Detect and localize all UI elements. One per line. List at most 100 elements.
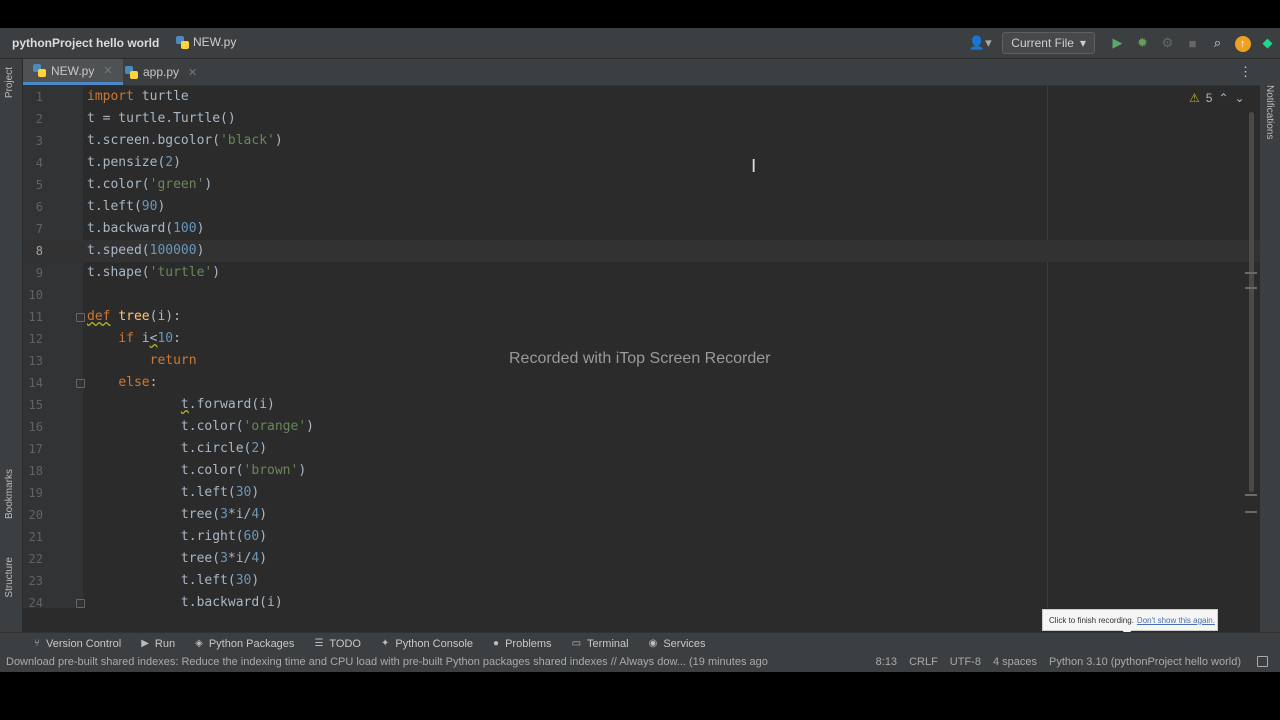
code-text: t.speed(100000) [87,243,205,258]
code-text: t.left(30) [87,485,260,500]
tool-label: Services [663,637,706,650]
code-text: t.shape('turtle') [87,265,221,280]
tab-label: NEW.py [51,63,95,78]
code-line: 18 t.color('brown') [23,460,1260,482]
dont-show-again-link[interactable]: Don't show this again. [1137,616,1215,625]
chevron-up-icon[interactable]: ⌃ [1218,91,1228,105]
code-line: 6 t.left(90) [23,196,1260,218]
code-text: t.circle(2) [87,441,268,456]
line-number: 19 [28,486,43,500]
breadcrumb-file[interactable]: NEW.py [176,35,236,49]
code-text: return [149,353,197,368]
line-number: 20 [28,508,43,522]
tool-terminal[interactable]: ▭ Terminal [572,638,629,650]
code-line: 5 t.color('green') [23,174,1260,196]
fold-icon[interactable] [76,599,85,608]
tool-label: TODO [329,637,361,650]
python-file-icon [33,64,46,77]
code-text: t.right(60) [87,529,268,544]
tab-label: app.py [143,65,180,79]
code-text: tree(3*i/4) [87,551,268,566]
tool-run[interactable]: ▶ Run [141,638,175,650]
status-bar: Download pre-built shared indexes: Reduc… [0,654,1280,672]
recorder-watermark: Recorded with iTop Screen Recorder [509,350,771,367]
code-line: 14 else: [23,372,1260,394]
close-icon[interactable]: ✕ [103,64,112,77]
code-text: tree(3*i/4) [87,507,268,522]
tool-services[interactable]: ◉ Services [649,638,706,650]
code-line: 22 tree(3*i/4) [23,548,1260,570]
line-number: 9 [35,266,43,280]
code-line: 15 t.forward(i) [23,394,1260,416]
editor-tabs: NEW.py ✕ app.py ✕ ⋮ [23,59,1260,86]
run-configuration-label: Current File [1011,36,1074,50]
code-text: t = turtle.Turtle() [87,111,236,126]
code-text: if i<10: [118,331,181,346]
scroll-mark [1245,272,1257,274]
line-number: 23 [28,574,43,588]
indent-setting[interactable]: 4 spaces [993,656,1037,668]
structure-tool-button[interactable]: Structure [4,557,15,598]
status-widgets: 8:13 CRLF UTF-8 4 spaces Python 3.10 (py… [876,656,1268,668]
project-tool-button[interactable]: Project [4,67,15,98]
line-number: 7 [35,222,43,236]
more-options-icon[interactable]: ⋮ [1239,64,1252,80]
line-number: 14 [28,376,43,390]
tool-label: Python Console [395,637,474,650]
tool-python-packages[interactable]: ◈ Python Packages [195,638,294,650]
project-name[interactable]: pythonProject hello world [12,36,159,50]
code-editor[interactable]: 1 import turtle 2 t = turtle.Turtle() 3 … [23,86,1260,608]
fold-icon[interactable] [76,379,85,388]
vertical-scrollbar[interactable] [1249,112,1254,492]
line-number: 15 [28,398,43,412]
lock-icon[interactable] [1257,656,1268,667]
code-text: t.color('brown') [87,463,307,478]
run-icon[interactable]: ▶ [1105,35,1130,51]
recording-tooltip[interactable]: Click to finish recording. Don't show th… [1042,609,1218,631]
fold-icon[interactable] [76,313,85,322]
user-icon[interactable]: 👤▾ [966,35,994,51]
left-tool-strip: Project Bookmarks Structure [0,59,23,632]
tool-problems[interactable]: ● Problems [493,638,552,650]
code-text: t.backward(100) [87,221,205,236]
run-configuration-select[interactable]: Current File ▾ [1002,32,1095,54]
scroll-mark [1245,494,1257,496]
python-file-icon [176,35,189,49]
python-interpreter[interactable]: Python 3.10 (pythonProject hello world) [1049,656,1241,668]
coverage-icon[interactable]: ⚙ [1155,35,1180,51]
code-line: 11 def tree(i): [23,306,1260,328]
line-number: 11 [28,310,43,324]
text-cursor-icon: I [751,156,757,177]
line-number: 5 [35,178,43,192]
tool-python-console[interactable]: ✦ Python Console [381,638,473,650]
tool-version-control[interactable]: ⑂ Version Control [34,638,121,650]
debug-icon[interactable]: ✹ [1130,35,1155,51]
code-line: 20 tree(3*i/4) [23,504,1260,526]
todo-icon: ☰ [314,638,324,649]
close-icon[interactable]: ✕ [188,66,197,79]
caret-position[interactable]: 8:13 [876,656,897,668]
tool-todo[interactable]: ☰ TODO [314,638,361,650]
tab-app-py[interactable]: app.py ✕ [115,59,207,85]
update-icon[interactable]: ↑ [1230,35,1255,52]
code-line: 17 t.circle(2) [23,438,1260,460]
scroll-mark [1245,511,1257,513]
stop-icon[interactable]: ■ [1180,36,1205,51]
code-text: t.backward(i) [87,595,283,608]
chevron-down-icon[interactable]: ⌄ [1235,91,1245,105]
notifications-tool-button[interactable]: Notifications [1264,85,1275,139]
line-separator[interactable]: CRLF [909,656,938,668]
search-icon[interactable]: ⌕ [1205,35,1230,51]
toolbar-actions: 👤▾ Current File ▾ ▶ ✹ ⚙ ■ ⌕ ↑ ◆ [966,28,1280,58]
code-line: 21 t.right(60) [23,526,1260,548]
code-line: 1 import turtle [23,86,1260,108]
status-message[interactable]: Download pre-built shared indexes: Reduc… [6,656,768,668]
inspection-widget[interactable]: ⚠ 5 ⌃ ⌄ [1189,91,1245,105]
jetbrains-icon[interactable]: ◆ [1255,35,1280,51]
file-encoding[interactable]: UTF-8 [950,656,981,668]
line-number: 22 [28,552,43,566]
code-text: t.left(90) [87,199,166,214]
right-tool-strip: Notifications [1259,59,1280,632]
tab-new-py[interactable]: NEW.py ✕ [23,59,123,85]
bookmarks-tool-button[interactable]: Bookmarks [4,469,15,519]
